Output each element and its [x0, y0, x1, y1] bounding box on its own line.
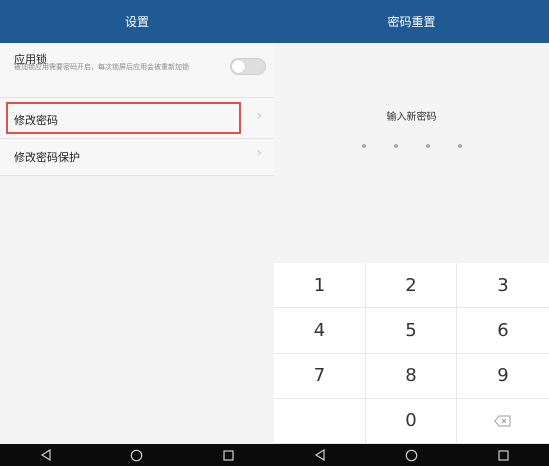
app-lock-description: 被加锁应用需要密码开启，每次锁屏后应用会被重新加锁	[14, 63, 189, 71]
change-password-protection-label: 修改密码保护	[14, 151, 80, 164]
app-lock-row[interactable]: 应用锁 被加锁应用需要密码开启，每次锁屏后应用会被重新加锁	[0, 43, 274, 97]
toggle-knob	[232, 60, 245, 73]
key-8[interactable]: 8	[366, 353, 457, 399]
highlight-box	[6, 102, 241, 134]
key-2[interactable]: 2	[366, 263, 457, 309]
key-digit: 9	[497, 365, 509, 387]
navigation-bar	[0, 444, 274, 466]
key-3[interactable]: 3	[457, 263, 549, 309]
recents-icon[interactable]	[221, 448, 235, 462]
key-digit: 1	[313, 274, 326, 296]
key-digit: 0	[405, 410, 417, 432]
key-digit: 4	[313, 319, 326, 341]
key-digit: 5	[405, 319, 417, 341]
navigation-bar	[274, 444, 549, 466]
recents-icon[interactable]	[496, 448, 510, 462]
new-password-prompt: 输入新密码	[386, 112, 437, 123]
back-icon[interactable]	[39, 448, 53, 462]
back-icon[interactable]	[313, 448, 327, 462]
pin-dot	[425, 144, 430, 148]
settings-panel: 设置 应用锁 被加锁应用需要密码开启，每次锁屏后应用会被重新加锁 修改密码 › …	[0, 0, 274, 444]
home-icon[interactable]	[404, 448, 418, 462]
key-4[interactable]: 4	[274, 308, 366, 354]
numeric-keypad: 1 2 3 4 5 6 7 8 9 0	[274, 263, 549, 444]
pin-dot	[361, 144, 366, 148]
settings-header: 设置	[0, 0, 274, 43]
chevron-right-icon: ›	[256, 145, 262, 161]
key-5[interactable]: 5	[366, 308, 457, 354]
settings-title: 设置	[124, 15, 149, 29]
backspace-icon	[494, 415, 511, 427]
key-9[interactable]: 9	[457, 354, 549, 399]
backspace-key[interactable]	[457, 399, 549, 444]
reset-title: 密码重置	[387, 15, 436, 29]
change-password-protection-row[interactable]: 修改密码保护 ›	[0, 139, 274, 175]
reset-header: 密码重置	[274, 0, 549, 43]
key-digit: 2	[405, 274, 417, 296]
chevron-right-icon: ›	[256, 108, 262, 124]
key-6[interactable]: 6	[457, 308, 549, 354]
key-1[interactable]: 1	[274, 263, 366, 309]
pin-dots	[274, 144, 549, 148]
home-icon[interactable]	[130, 448, 144, 462]
pin-dot	[457, 144, 462, 148]
app-lock-toggle[interactable]	[230, 58, 266, 75]
key-digit: 6	[497, 319, 509, 341]
key-digit: 8	[405, 365, 417, 387]
key-digit: 3	[497, 274, 509, 296]
empty-key	[274, 398, 366, 444]
key-7[interactable]: 7	[274, 353, 366, 399]
password-reset-panel: 密码重置 输入新密码 1 2 3 4 5 6 7 8 9 0	[274, 0, 549, 444]
pin-dot	[393, 144, 398, 148]
key-0[interactable]: 0	[366, 398, 457, 444]
divider	[0, 175, 274, 176]
key-digit: 7	[313, 365, 326, 387]
